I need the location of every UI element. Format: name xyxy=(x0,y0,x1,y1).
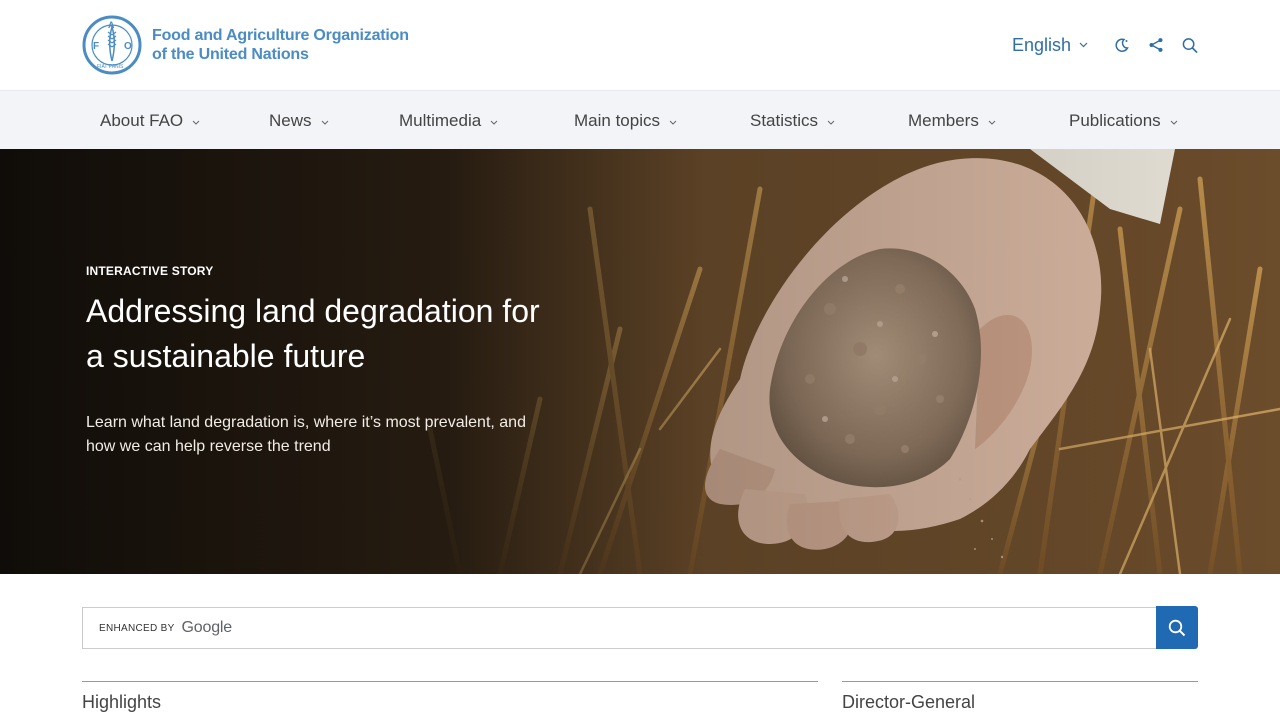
svg-text:O: O xyxy=(124,41,132,52)
hero-banner[interactable]: INTERACTIVE STORY Addressing land degrad… xyxy=(0,149,1280,574)
nav-item-about-fao[interactable]: About FAO xyxy=(100,91,200,150)
nav-item-main-topics[interactable]: Main topics xyxy=(574,91,677,150)
org-name-line2: of the United Nations xyxy=(152,46,309,63)
org-name-line1: Food and Agriculture Organization xyxy=(152,27,409,44)
google-logo: Google xyxy=(181,619,233,636)
nav-item-multimedia[interactable]: Multimedia xyxy=(399,91,498,150)
chevron-down-icon xyxy=(192,120,200,125)
nav-item-label: About FAO xyxy=(100,110,184,130)
nav-item-members[interactable]: Members xyxy=(908,91,996,150)
search-icon[interactable] xyxy=(1182,37,1198,53)
chevron-down-icon xyxy=(490,120,498,125)
share-icon[interactable] xyxy=(1148,37,1164,53)
hero-kicker: INTERACTIVE STORY xyxy=(86,264,214,278)
hero-title[interactable]: Addressing land degradation for a sustai… xyxy=(86,289,556,379)
nav-item-label: Multimedia xyxy=(399,110,482,130)
search-button[interactable] xyxy=(1156,606,1198,649)
hero-subtitle: Learn what land degradation is, where it… xyxy=(86,414,526,455)
chevron-down-icon xyxy=(1079,42,1088,48)
nav-item-label: Members xyxy=(908,110,979,130)
site-header: F A O FIAT PANIS Food and Agriculture Or… xyxy=(0,0,1280,90)
nav-item-label: Main topics xyxy=(574,110,660,130)
language-label: English xyxy=(1011,34,1071,55)
chevron-down-icon xyxy=(321,120,328,125)
nav-item-news[interactable]: News xyxy=(269,91,329,150)
enhanced-by-label: ENHANCED BY xyxy=(99,622,175,634)
highlights-heading: Highlights xyxy=(82,692,162,712)
svg-text:A: A xyxy=(108,20,115,30)
chevron-down-icon xyxy=(988,120,996,125)
fao-logo[interactable]: F A O FIAT PANIS Food and Agriculture Or… xyxy=(82,15,409,75)
svg-text:FIAT PANIS: FIAT PANIS xyxy=(97,64,124,70)
nav-item-label: News xyxy=(269,110,312,130)
org-name: Food and Agriculture Organization of the… xyxy=(152,26,409,64)
highlights-section: Highlights xyxy=(82,681,818,713)
director-general-heading: Director-General xyxy=(842,692,976,712)
fao-emblem-icon: F A O FIAT PANIS xyxy=(82,15,142,75)
header-tools: English xyxy=(1012,32,1198,58)
nav-item-label: Statistics xyxy=(750,110,819,130)
chevron-down-icon xyxy=(1170,120,1178,125)
chevron-down-icon xyxy=(827,120,835,125)
language-selector[interactable]: English xyxy=(1012,35,1088,56)
nav-item-publications[interactable]: Publications xyxy=(1069,91,1178,150)
dark-mode-icon[interactable] xyxy=(1114,37,1130,53)
svg-text:F: F xyxy=(93,41,99,52)
main-navigation: About FAO News Multimedia Main topics St… xyxy=(0,90,1280,149)
nav-item-label: Publications xyxy=(1069,110,1161,130)
director-general-section: Director-General xyxy=(842,681,1198,713)
google-search-input[interactable]: ENHANCED BY Google xyxy=(82,607,1157,649)
search-icon xyxy=(1168,619,1186,636)
nav-item-statistics[interactable]: Statistics xyxy=(750,91,835,150)
chevron-down-icon xyxy=(669,120,677,125)
